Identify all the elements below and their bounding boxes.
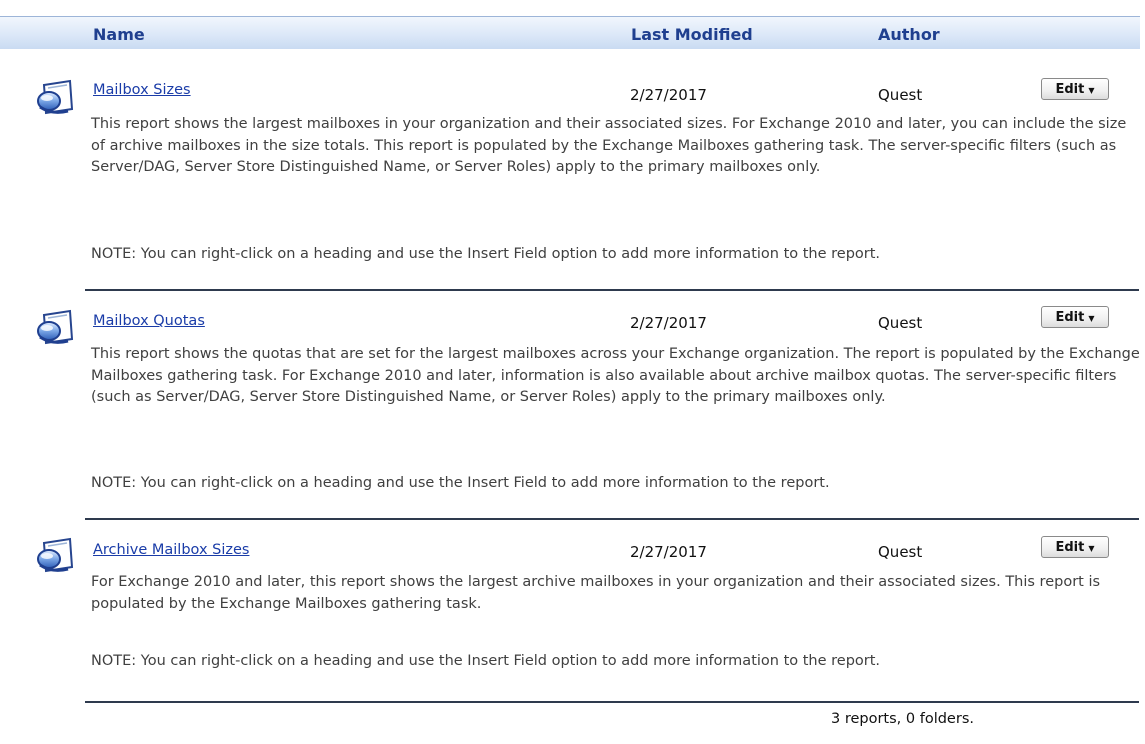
edit-button-label: Edit — [1055, 539, 1085, 555]
row-divider — [85, 701, 1139, 703]
edit-dropdown-button[interactable]: Edit ▼ — [1041, 306, 1109, 328]
caret-down-icon: ▼ — [1088, 85, 1095, 95]
report-description: For Exchange 2010 and later, this report… — [91, 574, 1101, 612]
caret-down-icon: ▼ — [1088, 313, 1095, 323]
row-divider — [85, 518, 1139, 520]
column-header-bar: Name Last Modified Author — [0, 16, 1140, 49]
report-description: This report shows the largest mailboxes … — [91, 116, 1127, 175]
report-note: NOTE: You can right-click on a heading a… — [91, 653, 881, 669]
report-author: Quest — [878, 543, 923, 561]
report-author: Quest — [878, 314, 923, 332]
report-description: This report shows the quotas that are se… — [91, 346, 1140, 405]
report-last-modified: 2/27/2017 — [630, 314, 707, 332]
report-icon[interactable] — [34, 309, 78, 349]
column-header-author[interactable]: Author — [878, 27, 940, 43]
report-author: Quest — [878, 86, 923, 104]
edit-dropdown-button[interactable]: Edit ▼ — [1041, 78, 1109, 100]
report-last-modified: 2/27/2017 — [630, 543, 707, 561]
report-icon[interactable] — [34, 537, 78, 577]
column-header-last-modified[interactable]: Last Modified — [631, 27, 753, 43]
report-count-summary: 3 reports, 0 folders. — [831, 711, 974, 727]
report-name-link[interactable]: Mailbox Quotas — [93, 313, 205, 329]
report-name-link[interactable]: Archive Mailbox Sizes — [93, 542, 249, 558]
report-note: NOTE: You can right-click on a heading a… — [91, 246, 881, 262]
edit-button-label: Edit — [1055, 309, 1085, 325]
edit-button-label: Edit — [1055, 81, 1085, 97]
report-name-link[interactable]: Mailbox Sizes — [93, 82, 191, 98]
report-icon[interactable] — [34, 79, 78, 119]
edit-dropdown-button[interactable]: Edit ▼ — [1041, 536, 1109, 558]
report-last-modified: 2/27/2017 — [630, 86, 707, 104]
row-divider — [85, 289, 1139, 291]
column-header-name[interactable]: Name — [93, 27, 145, 43]
report-note: NOTE: You can right-click on a heading a… — [91, 475, 830, 491]
caret-down-icon: ▼ — [1088, 543, 1095, 553]
